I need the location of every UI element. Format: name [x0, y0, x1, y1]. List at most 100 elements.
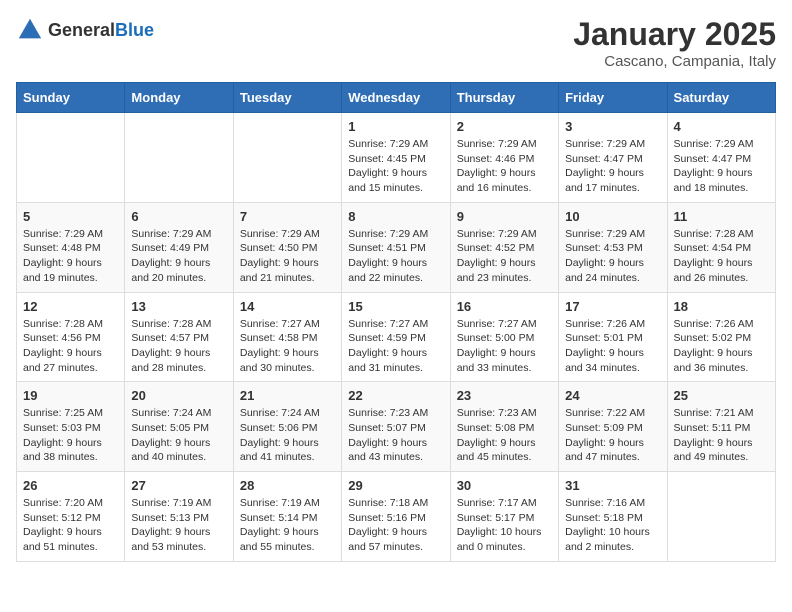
calendar-cell: 28 Sunrise: 7:19 AM Sunset: 5:14 PM Dayli… [233, 472, 341, 562]
day-info: Sunrise: 7:19 AM Sunset: 5:13 PM Dayligh… [131, 496, 226, 555]
calendar-cell: 20 Sunrise: 7:24 AM Sunset: 5:05 PM Dayli… [125, 382, 233, 472]
day-number: 28 [240, 478, 335, 493]
calendar-cell: 23 Sunrise: 7:23 AM Sunset: 5:08 PM Dayli… [450, 382, 558, 472]
calendar-cell: 21 Sunrise: 7:24 AM Sunset: 5:06 PM Dayli… [233, 382, 341, 472]
day-info: Sunrise: 7:29 AM Sunset: 4:45 PM Dayligh… [348, 137, 443, 196]
calendar-cell: 26 Sunrise: 7:20 AM Sunset: 5:12 PM Dayli… [17, 472, 125, 562]
day-info: Sunrise: 7:27 AM Sunset: 4:59 PM Dayligh… [348, 317, 443, 376]
day-info: Sunrise: 7:19 AM Sunset: 5:14 PM Dayligh… [240, 496, 335, 555]
day-number: 31 [565, 478, 660, 493]
calendar-cell: 10 Sunrise: 7:29 AM Sunset: 4:53 PM Dayli… [559, 202, 667, 292]
calendar-week-4: 19 Sunrise: 7:25 AM Sunset: 5:03 PM Dayli… [17, 382, 776, 472]
location-title: Cascano, Campania, Italy [573, 53, 776, 70]
day-info: Sunrise: 7:29 AM Sunset: 4:50 PM Dayligh… [240, 227, 335, 286]
day-info: Sunrise: 7:29 AM Sunset: 4:51 PM Dayligh… [348, 227, 443, 286]
day-number: 11 [674, 209, 769, 224]
header-day-tuesday: Tuesday [233, 83, 341, 113]
calendar-cell: 29 Sunrise: 7:18 AM Sunset: 5:16 PM Dayli… [342, 472, 450, 562]
day-info: Sunrise: 7:18 AM Sunset: 5:16 PM Dayligh… [348, 496, 443, 555]
calendar-cell: 5 Sunrise: 7:29 AM Sunset: 4:48 PM Daylig… [17, 202, 125, 292]
day-number: 9 [457, 209, 552, 224]
day-number: 18 [674, 299, 769, 314]
day-info: Sunrise: 7:26 AM Sunset: 5:01 PM Dayligh… [565, 317, 660, 376]
header-day-monday: Monday [125, 83, 233, 113]
calendar-cell [667, 472, 775, 562]
calendar-cell: 30Sunrise: 7:17 AM Sunset: 5:17 PM Dayli… [450, 472, 558, 562]
calendar-cell: 3Sunrise: 7:29 AM Sunset: 4:47 PM Daylig… [559, 113, 667, 203]
calendar-cell: 7 Sunrise: 7:29 AM Sunset: 4:50 PM Daylig… [233, 202, 341, 292]
calendar-cell: 17 Sunrise: 7:26 AM Sunset: 5:01 PM Dayli… [559, 292, 667, 382]
header-row: SundayMondayTuesdayWednesdayThursdayFrid… [17, 83, 776, 113]
calendar-cell: 22Sunrise: 7:23 AM Sunset: 5:07 PM Dayli… [342, 382, 450, 472]
calendar-header: SundayMondayTuesdayWednesdayThursdayFrid… [17, 83, 776, 113]
day-number: 8 [348, 209, 443, 224]
page-header: GeneralBlue January 2025 Cascano, Campan… [16, 16, 776, 70]
day-info: Sunrise: 7:28 AM Sunset: 4:57 PM Dayligh… [131, 317, 226, 376]
calendar-table: SundayMondayTuesdayWednesdayThursdayFrid… [16, 82, 776, 562]
day-info: Sunrise: 7:25 AM Sunset: 5:03 PM Dayligh… [23, 406, 118, 465]
calendar-cell [233, 113, 341, 203]
calendar-week-3: 12 Sunrise: 7:28 AM Sunset: 4:56 PM Dayli… [17, 292, 776, 382]
day-info: Sunrise: 7:29 AM Sunset: 4:46 PM Dayligh… [457, 137, 552, 196]
day-number: 23 [457, 388, 552, 403]
logo-blue: Blue [115, 20, 154, 40]
day-number: 12 [23, 299, 118, 314]
day-info: Sunrise: 7:29 AM Sunset: 4:52 PM Dayligh… [457, 227, 552, 286]
calendar-cell: 4Sunrise: 7:29 AM Sunset: 4:47 PM Daylig… [667, 113, 775, 203]
calendar-cell: 31 Sunrise: 7:16 AM Sunset: 5:18 PM Dayli… [559, 472, 667, 562]
day-number: 5 [23, 209, 118, 224]
calendar-cell: 15 Sunrise: 7:27 AM Sunset: 4:59 PM Dayli… [342, 292, 450, 382]
day-number: 27 [131, 478, 226, 493]
calendar-cell: 6Sunrise: 7:29 AM Sunset: 4:49 PM Daylig… [125, 202, 233, 292]
header-day-sunday: Sunday [17, 83, 125, 113]
logo-icon [16, 16, 44, 44]
day-number: 26 [23, 478, 118, 493]
month-title: January 2025 [573, 16, 776, 53]
day-number: 22 [348, 388, 443, 403]
day-number: 10 [565, 209, 660, 224]
day-number: 7 [240, 209, 335, 224]
day-number: 6 [131, 209, 226, 224]
day-info: Sunrise: 7:29 AM Sunset: 4:47 PM Dayligh… [565, 137, 660, 196]
calendar-week-2: 5 Sunrise: 7:29 AM Sunset: 4:48 PM Daylig… [17, 202, 776, 292]
day-info: Sunrise: 7:29 AM Sunset: 4:53 PM Dayligh… [565, 227, 660, 286]
day-number: 29 [348, 478, 443, 493]
header-day-saturday: Saturday [667, 83, 775, 113]
logo: GeneralBlue [16, 16, 154, 44]
day-info: Sunrise: 7:24 AM Sunset: 5:05 PM Dayligh… [131, 406, 226, 465]
calendar-cell: 12 Sunrise: 7:28 AM Sunset: 4:56 PM Dayli… [17, 292, 125, 382]
day-number: 13 [131, 299, 226, 314]
calendar-cell: 16Sunrise: 7:27 AM Sunset: 5:00 PM Dayli… [450, 292, 558, 382]
calendar-cell: 11 Sunrise: 7:28 AM Sunset: 4:54 PM Dayli… [667, 202, 775, 292]
day-info: Sunrise: 7:28 AM Sunset: 4:56 PM Dayligh… [23, 317, 118, 376]
day-number: 25 [674, 388, 769, 403]
day-info: Sunrise: 7:24 AM Sunset: 5:06 PM Dayligh… [240, 406, 335, 465]
calendar-cell: 1Sunrise: 7:29 AM Sunset: 4:45 PM Daylig… [342, 113, 450, 203]
day-number: 17 [565, 299, 660, 314]
calendar-cell: 2Sunrise: 7:29 AM Sunset: 4:46 PM Daylig… [450, 113, 558, 203]
day-number: 24 [565, 388, 660, 403]
day-info: Sunrise: 7:29 AM Sunset: 4:48 PM Dayligh… [23, 227, 118, 286]
calendar-cell: 24 Sunrise: 7:22 AM Sunset: 5:09 PM Dayli… [559, 382, 667, 472]
calendar-cell: 18Sunrise: 7:26 AM Sunset: 5:02 PM Dayli… [667, 292, 775, 382]
day-info: Sunrise: 7:22 AM Sunset: 5:09 PM Dayligh… [565, 406, 660, 465]
calendar-cell: 8 Sunrise: 7:29 AM Sunset: 4:51 PM Daylig… [342, 202, 450, 292]
title-section: January 2025 Cascano, Campania, Italy [573, 16, 776, 70]
day-number: 20 [131, 388, 226, 403]
day-number: 21 [240, 388, 335, 403]
day-number: 14 [240, 299, 335, 314]
calendar-cell: 9 Sunrise: 7:29 AM Sunset: 4:52 PM Daylig… [450, 202, 558, 292]
calendar-cell: 14Sunrise: 7:27 AM Sunset: 4:58 PM Dayli… [233, 292, 341, 382]
day-info: Sunrise: 7:23 AM Sunset: 5:08 PM Dayligh… [457, 406, 552, 465]
day-number: 15 [348, 299, 443, 314]
day-info: Sunrise: 7:16 AM Sunset: 5:18 PM Dayligh… [565, 496, 660, 555]
day-info: Sunrise: 7:17 AM Sunset: 5:17 PM Dayligh… [457, 496, 552, 555]
calendar-week-5: 26 Sunrise: 7:20 AM Sunset: 5:12 PM Dayli… [17, 472, 776, 562]
day-number: 19 [23, 388, 118, 403]
header-day-wednesday: Wednesday [342, 83, 450, 113]
day-number: 4 [674, 119, 769, 134]
day-info: Sunrise: 7:20 AM Sunset: 5:12 PM Dayligh… [23, 496, 118, 555]
day-info: Sunrise: 7:28 AM Sunset: 4:54 PM Dayligh… [674, 227, 769, 286]
calendar-cell: 27 Sunrise: 7:19 AM Sunset: 5:13 PM Dayli… [125, 472, 233, 562]
calendar-cell [17, 113, 125, 203]
